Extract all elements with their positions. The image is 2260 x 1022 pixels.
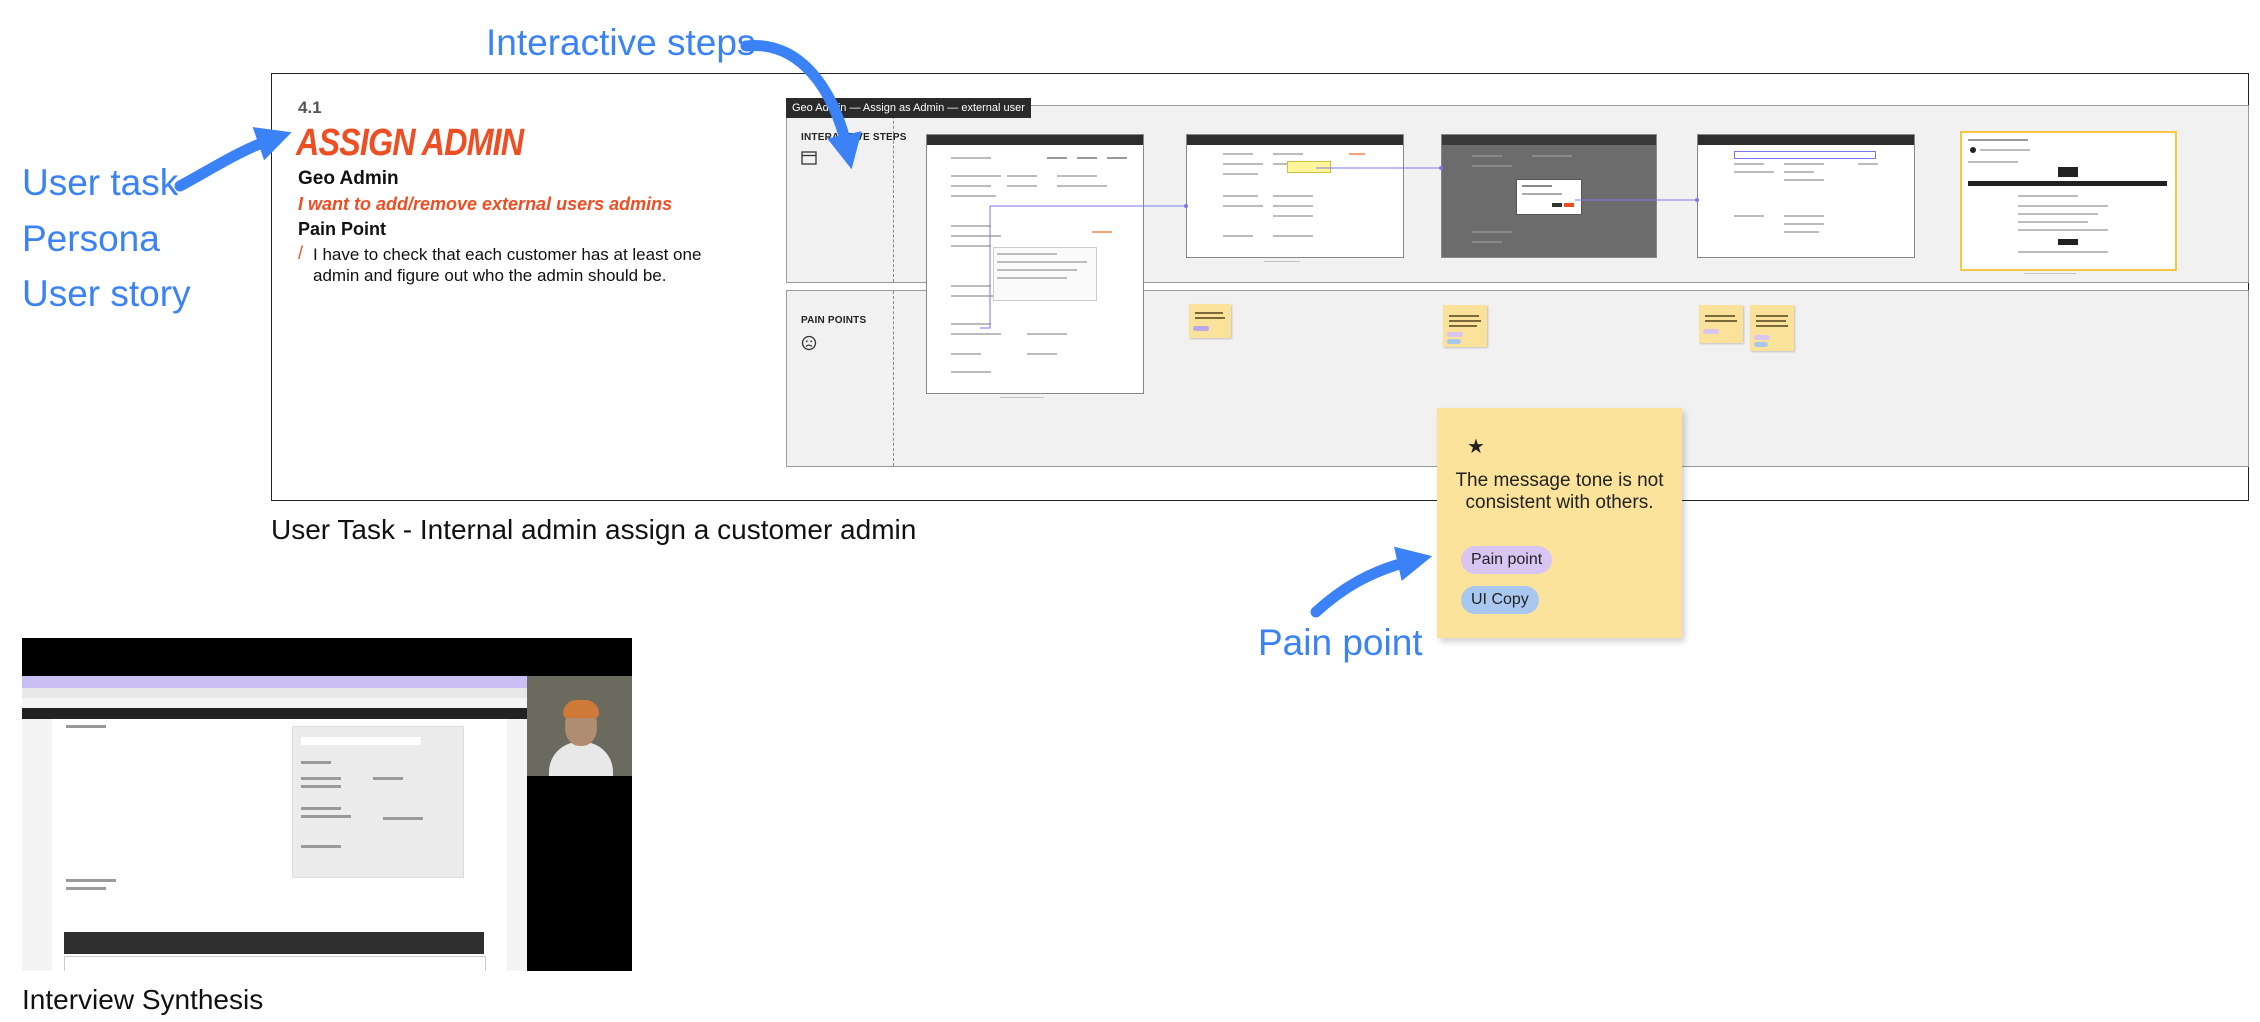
arrow-to-sticky-note	[1310, 546, 1433, 618]
arrow-to-task-card	[174, 127, 292, 192]
arrow-to-interactive-steps	[740, 40, 862, 170]
annotation-arrows	[174, 40, 1433, 618]
